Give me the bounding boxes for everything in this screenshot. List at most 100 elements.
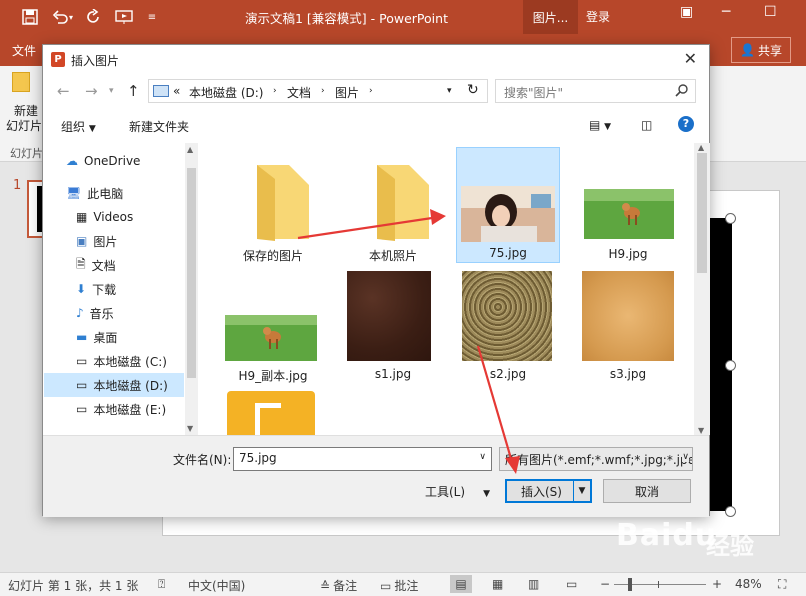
breadcrumb-drive[interactable]: 本地磁盘 (D:) — [189, 84, 263, 101]
close-icon[interactable]: ✕ — [684, 49, 697, 68]
nav-item-drive-d[interactable]: ▭ 本地磁盘 (D:) — [44, 373, 184, 397]
tab-picture-tools[interactable]: 图片... — [523, 0, 578, 34]
start-slideshow-icon[interactable] — [114, 7, 134, 27]
reading-view-icon[interactable]: ▥ — [528, 577, 539, 591]
file-item[interactable]: H9.jpg — [576, 147, 680, 265]
share-button[interactable]: 👤 共享 — [731, 37, 791, 63]
scroll-down-icon[interactable]: ▼ — [698, 426, 704, 435]
nav-item-downloads[interactable]: ⬇ 下载 — [44, 277, 184, 301]
download-icon: ⬇ — [76, 282, 87, 296]
save-icon[interactable] — [20, 7, 40, 27]
new-folder-button[interactable]: 新建文件夹 — [129, 118, 189, 135]
file-item[interactable] — [221, 387, 325, 435]
navigation-pane: ☁ OneDrive 🖥 此电脑 ▦ Videos ▣ 图片 🗎 文档 ⬇ 下载 ♪ 音乐 ▬… — [44, 143, 198, 435]
zoom-center-tick — [658, 581, 659, 588]
file-item[interactable]: 本机照片 — [341, 147, 445, 265]
nav-item-drive-c[interactable]: ▭ 本地磁盘 (C:) — [44, 349, 184, 373]
file-item[interactable]: s3.jpg — [576, 267, 680, 385]
redo-icon[interactable] — [84, 7, 104, 27]
new-slide-button[interactable]: 新建 幻灯片 — [6, 104, 42, 134]
chevron-right-icon[interactable]: › — [369, 86, 373, 96]
minimize-icon[interactable]: ─ — [722, 4, 730, 20]
tools-button[interactable]: 工具(L) ▼ — [425, 483, 490, 500]
nav-item-music[interactable]: ♪ 音乐 — [44, 301, 184, 325]
search-placeholder: 搜索"图片" — [504, 86, 564, 100]
insert-button[interactable]: 插入(S) ▼ — [505, 479, 592, 503]
scroll-up-icon[interactable]: ▲ — [187, 145, 193, 154]
chevron-down-icon[interactable]: ∨ — [479, 452, 486, 462]
address-bar[interactable]: « 本地磁盘 (D:) › 文档 › 图片 › ▾ ↻ — [148, 79, 488, 103]
change-view-icon[interactable]: ▤ ▼ — [589, 118, 611, 132]
nav-item-pictures[interactable]: ▣ 图片 — [44, 229, 184, 253]
search-box[interactable]: 搜索"图片" — [495, 79, 696, 103]
login-link[interactable]: 登录 — [586, 8, 610, 25]
title-bar: ▾ ≡ 演示文稿1 [兼容模式] - PowerPoint 图片... 登录 ▣… — [0, 0, 806, 34]
insert-dropdown-icon[interactable]: ▼ — [573, 481, 590, 501]
nav-item-this-pc[interactable]: 🖥 此电脑 — [44, 181, 184, 205]
ribbon-display-icon[interactable]: ▣ — [680, 4, 693, 20]
maximize-icon[interactable]: ☐ — [764, 4, 777, 20]
chevron-right-icon[interactable]: › — [273, 86, 277, 96]
nav-item-onedrive[interactable]: ☁ OneDrive — [44, 149, 184, 173]
refresh-icon[interactable]: ↻ — [467, 82, 479, 98]
language-status[interactable]: 中文(中国) — [188, 577, 245, 594]
resize-handle[interactable] — [725, 506, 736, 517]
file-item[interactable]: H9_副本.jpg — [221, 267, 325, 385]
preview-pane-icon[interactable]: ◫ — [641, 118, 652, 132]
scroll-up-icon[interactable]: ▲ — [698, 143, 704, 152]
file-list-scrollbar[interactable]: ▲ ▼ — [694, 143, 710, 435]
filetype-select[interactable]: 所有图片(*.emf;*.wmf;*.jpg;*.jpeg ∨ — [499, 447, 693, 471]
file-name: s2.jpg — [489, 367, 527, 381]
search-icon[interactable] — [675, 83, 689, 100]
file-name: 75.jpg — [489, 246, 527, 260]
nav-item-videos[interactable]: ▦ Videos — [44, 205, 184, 229]
normal-view-icon[interactable]: ▤ — [450, 575, 472, 593]
breadcrumb-documents[interactable]: 文档 — [287, 84, 311, 101]
file-item[interactable]: 保存的图片 — [221, 147, 325, 265]
resize-handle[interactable] — [725, 360, 736, 371]
chevron-right-icon[interactable]: › — [321, 86, 325, 96]
resize-handle[interactable] — [725, 213, 736, 224]
zoom-level[interactable]: 48% — [735, 577, 762, 591]
help-icon[interactable]: ? — [678, 116, 694, 132]
nav-scroll-thumb[interactable] — [187, 168, 196, 378]
file-name: 保存的图片 — [242, 249, 303, 263]
breadcrumb-overflow[interactable]: « — [173, 84, 180, 98]
chevron-down-icon[interactable]: ▾ — [109, 86, 114, 96]
comments-label: 批注 — [394, 579, 419, 593]
file-item[interactable]: s1.jpg — [341, 267, 445, 385]
file-item[interactable]: s2.jpg — [456, 267, 560, 385]
slideshow-view-icon[interactable]: ▭ — [566, 577, 577, 591]
new-slide-icon[interactable] — [12, 72, 30, 92]
up-icon[interactable]: ↑ — [127, 82, 140, 100]
spellcheck-icon[interactable]: ⍰ — [158, 577, 165, 592]
slide-sorter-icon[interactable]: ▦ — [492, 577, 503, 591]
nav-label: 本地磁盘 (E:) — [93, 402, 167, 417]
zoom-out-icon[interactable]: − — [600, 577, 610, 591]
notes-button[interactable]: ≙ 备注 — [320, 577, 357, 594]
ribbon-group-label: 幻灯片 — [10, 147, 43, 160]
zoom-slider-thumb[interactable] — [628, 578, 632, 591]
zoom-in-icon[interactable]: + — [712, 577, 722, 591]
nav-scrollbar[interactable]: ▲ ▼ — [185, 143, 198, 435]
customize-toolbar-icon[interactable]: ≡ — [142, 7, 162, 27]
comments-button[interactable]: ▭ 批注 — [380, 577, 418, 594]
file-list-scroll-thumb[interactable] — [697, 153, 707, 273]
organize-button[interactable]: 组织 ▼ — [61, 118, 96, 135]
nav-item-desktop[interactable]: ▬ 桌面 — [44, 325, 184, 349]
scroll-down-icon[interactable]: ▼ — [187, 424, 193, 433]
chevron-down-icon[interactable]: ▾ — [447, 86, 452, 96]
nav-item-documents[interactable]: 🗎 文档 — [44, 253, 184, 277]
nav-item-drive-e[interactable]: ▭ 本地磁盘 (E:) — [44, 397, 184, 421]
picture-icon — [153, 85, 169, 97]
tab-file[interactable]: 文件 — [12, 42, 36, 59]
forward-icon[interactable]: → — [85, 82, 98, 100]
filename-input[interactable]: 75.jpg ∨ — [233, 447, 492, 471]
fit-slide-icon[interactable]: ⛶ — [778, 577, 786, 592]
file-item-selected[interactable]: 75.jpg — [456, 147, 560, 263]
cancel-button[interactable]: 取消 — [603, 479, 691, 503]
back-icon[interactable]: ← — [57, 82, 70, 100]
chevron-down-icon[interactable]: ▾ — [66, 7, 76, 27]
nav-label: OneDrive — [84, 154, 141, 168]
breadcrumb-pictures[interactable]: 图片 — [335, 84, 359, 101]
